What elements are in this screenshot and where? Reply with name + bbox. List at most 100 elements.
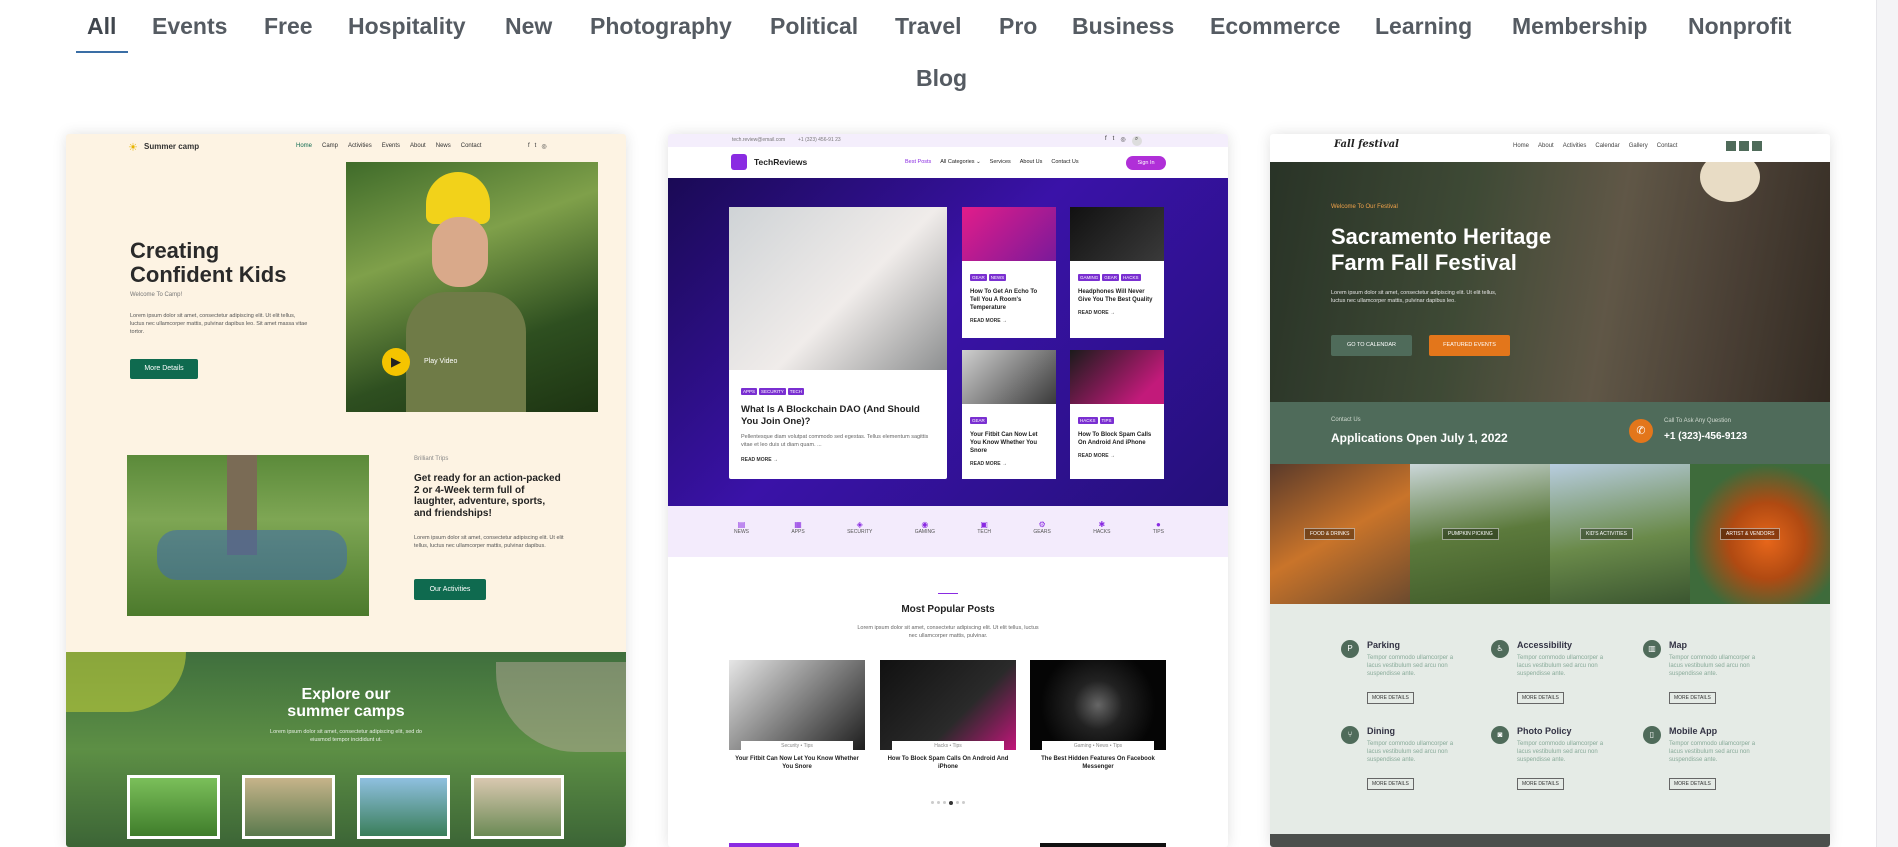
instagram-icon[interactable]: ◎ — [541, 143, 546, 150]
twitter-icon[interactable]: t — [535, 143, 537, 150]
nav-about[interactable]: About Us — [1020, 159, 1043, 165]
popular-post-3[interactable]: Gaming • News • Tips The Best Hidden Fea… — [1030, 660, 1166, 772]
more-details-button[interactable]: MORE DETAILS — [1517, 778, 1564, 790]
bulb-icon: ● — [1155, 520, 1161, 529]
sign-in-button[interactable]: Sign In — [1126, 156, 1166, 170]
tab-free[interactable]: Free — [264, 12, 313, 40]
nav-camp[interactable]: Camp — [322, 143, 338, 149]
tab-political[interactable]: Political — [770, 12, 858, 40]
our-activities-button[interactable]: Our Activities — [414, 579, 486, 600]
nav-about[interactable]: About — [1538, 143, 1554, 149]
read-more-link[interactable]: READ MORE → — [741, 457, 935, 463]
more-details-button[interactable]: MORE DETAILS — [1367, 778, 1414, 790]
scrollbar-track[interactable] — [1876, 0, 1898, 847]
camp-thumb-2[interactable] — [242, 775, 335, 839]
nav-activities[interactable]: Activities — [348, 143, 372, 149]
twitter-icon[interactable]: t — [1113, 136, 1115, 146]
gallery-label-food: FOOD & DRINKS — [1304, 528, 1356, 540]
instagram-icon[interactable]: ◎ — [1120, 136, 1125, 146]
tab-travel[interactable]: Travel — [895, 12, 962, 40]
go-to-calendar-button[interactable]: GO TO CALENDAR — [1331, 335, 1412, 356]
explore-title: Explore our summer camps — [287, 686, 405, 720]
template-card-summer-camp[interactable]: ☀ Summer camp Home Camp Activities Event… — [66, 134, 626, 847]
call-label: Call To Ask Any Question — [1664, 418, 1731, 424]
tab-learning[interactable]: Learning — [1375, 12, 1472, 40]
nav-contact[interactable]: Contact — [1657, 143, 1678, 149]
play-icon[interactable]: ▶ — [382, 348, 410, 376]
featured-events-button[interactable]: FEATURED EVENTS — [1429, 335, 1510, 356]
category-tech[interactable]: ▣ TECH — [977, 520, 991, 535]
nav-events[interactable]: Events — [382, 143, 400, 149]
tab-events[interactable]: Events — [152, 12, 227, 40]
nav-calendar[interactable]: Calendar — [1595, 143, 1619, 149]
more-details-button[interactable]: MORE DETAILS — [1367, 692, 1414, 704]
call-number[interactable]: +1 (323)-456-9123 — [1664, 431, 1747, 442]
category-apps[interactable]: ▦ APPS — [791, 520, 804, 535]
nav-gallery[interactable]: Gallery — [1629, 143, 1648, 149]
nav-activities[interactable]: Activities — [1563, 143, 1587, 149]
template-card-techreviews[interactable]: tech.review@email.com +1 (323) 456-91 23… — [668, 134, 1228, 847]
nav-contact[interactable]: Contact — [461, 143, 482, 149]
contact-eyebrow: Contact Us — [1331, 417, 1361, 423]
tab-membership[interactable]: Membership — [1512, 12, 1647, 40]
main-post-title[interactable]: What Is A Blockchain DAO (And Should You… — [741, 404, 935, 428]
category-security[interactable]: ◈ SECURITY — [847, 520, 872, 535]
tab-blog[interactable]: Blog — [916, 64, 967, 92]
popular-post-1[interactable]: Security • Tips Your Fitbit Can Now Let … — [729, 660, 865, 772]
side-post-2[interactable]: GAMING GEAR HACKS Headphones Will Never Gi… — [1070, 207, 1164, 338]
category-gaming[interactable]: ◉ GAMING — [915, 520, 935, 535]
kids-under-tree-photo — [127, 455, 369, 616]
phone-icon[interactable]: ✆ — [1629, 419, 1653, 443]
side-post-3[interactable]: GEAR Your Fitbit Can Now Let You Know Wh… — [962, 350, 1056, 479]
tab-pro[interactable]: Pro — [999, 12, 1037, 40]
nav-services[interactable]: Services — [990, 159, 1011, 165]
category-filter-bar: All Events Free Hospitality New Photogra… — [0, 0, 1898, 110]
tab-new[interactable]: New — [505, 12, 552, 40]
nav-about[interactable]: About — [410, 143, 426, 149]
tab-photography[interactable]: Photography — [590, 12, 732, 40]
nav-home[interactable]: Home — [1513, 143, 1529, 149]
tab-nonprofit[interactable]: Nonprofit — [1688, 12, 1791, 40]
facebook-icon[interactable]: f — [528, 143, 530, 150]
mobile-icon: ▯ — [1643, 726, 1661, 744]
active-tab-indicator — [76, 51, 128, 53]
more-details-button[interactable]: More Details — [130, 359, 198, 379]
nav-news[interactable]: News — [436, 143, 451, 149]
more-details-button[interactable]: MORE DETAILS — [1669, 778, 1716, 790]
main-post-card[interactable]: APPS SECURITY TECH What Is A Blockchain DA… — [729, 207, 947, 479]
more-details-button[interactable]: MORE DETAILS — [1517, 692, 1564, 704]
nav-all-categories[interactable]: All Categories ⌄ — [940, 159, 980, 165]
tab-business[interactable]: Business — [1072, 12, 1174, 40]
tab-ecommerce[interactable]: Ecommerce — [1210, 12, 1340, 40]
category-news[interactable]: ▤ NEWS — [734, 520, 749, 535]
category-hacks[interactable]: ✱ HACKS — [1093, 520, 1110, 535]
kids-group — [157, 530, 347, 580]
category-tips[interactable]: ● TIPS — [1153, 520, 1164, 535]
camp-thumb-4[interactable] — [471, 775, 564, 839]
camp-thumb-3[interactable] — [357, 775, 450, 839]
topbar-email: tech.review@email.com — [732, 137, 786, 143]
tab-all[interactable]: All — [87, 12, 116, 40]
camp-thumb-1[interactable] — [127, 775, 220, 839]
nav-best-posts[interactable]: Best Posts — [905, 159, 931, 165]
twitter-icon[interactable] — [1739, 141, 1749, 151]
side-post-1[interactable]: GEAR NEWS How To Get An Echo To Tell You … — [962, 207, 1056, 338]
instagram-icon[interactable] — [1752, 141, 1762, 151]
main-post-excerpt: Pellentesque diam volutpat commodo sed e… — [741, 434, 929, 448]
tab-hospitality[interactable]: Hospitality — [348, 12, 466, 40]
template-card-fall-festival[interactable]: Fall festival Home About Activities Cale… — [1270, 134, 1830, 847]
popular-posts-body: Lorem ipsum dolor sit amet, consectetur … — [857, 625, 1039, 639]
search-icon[interactable]: ⌕ — [1131, 136, 1142, 146]
popular-post-2[interactable]: Hacks • Tips How To Block Spam Calls On … — [880, 660, 1016, 772]
category-gears[interactable]: ⚙ GEARS — [1033, 520, 1051, 535]
nav-home[interactable]: Home — [296, 143, 312, 149]
sun-logo-icon: ☀ — [128, 142, 138, 154]
facebook-icon[interactable] — [1726, 141, 1736, 151]
carousel-dots[interactable] — [931, 801, 965, 805]
nav-contact[interactable]: Contact Us — [1051, 159, 1078, 165]
more-details-button[interactable]: MORE DETAILS — [1669, 692, 1716, 704]
site-logo: Fall festival — [1334, 139, 1399, 150]
facebook-icon[interactable]: f — [1105, 136, 1107, 146]
site-nav: Best Posts All Categories ⌄ Services Abo… — [905, 159, 1079, 165]
side-post-4[interactable]: HACKS TIPS How To Block Spam Calls On And… — [1070, 350, 1164, 479]
